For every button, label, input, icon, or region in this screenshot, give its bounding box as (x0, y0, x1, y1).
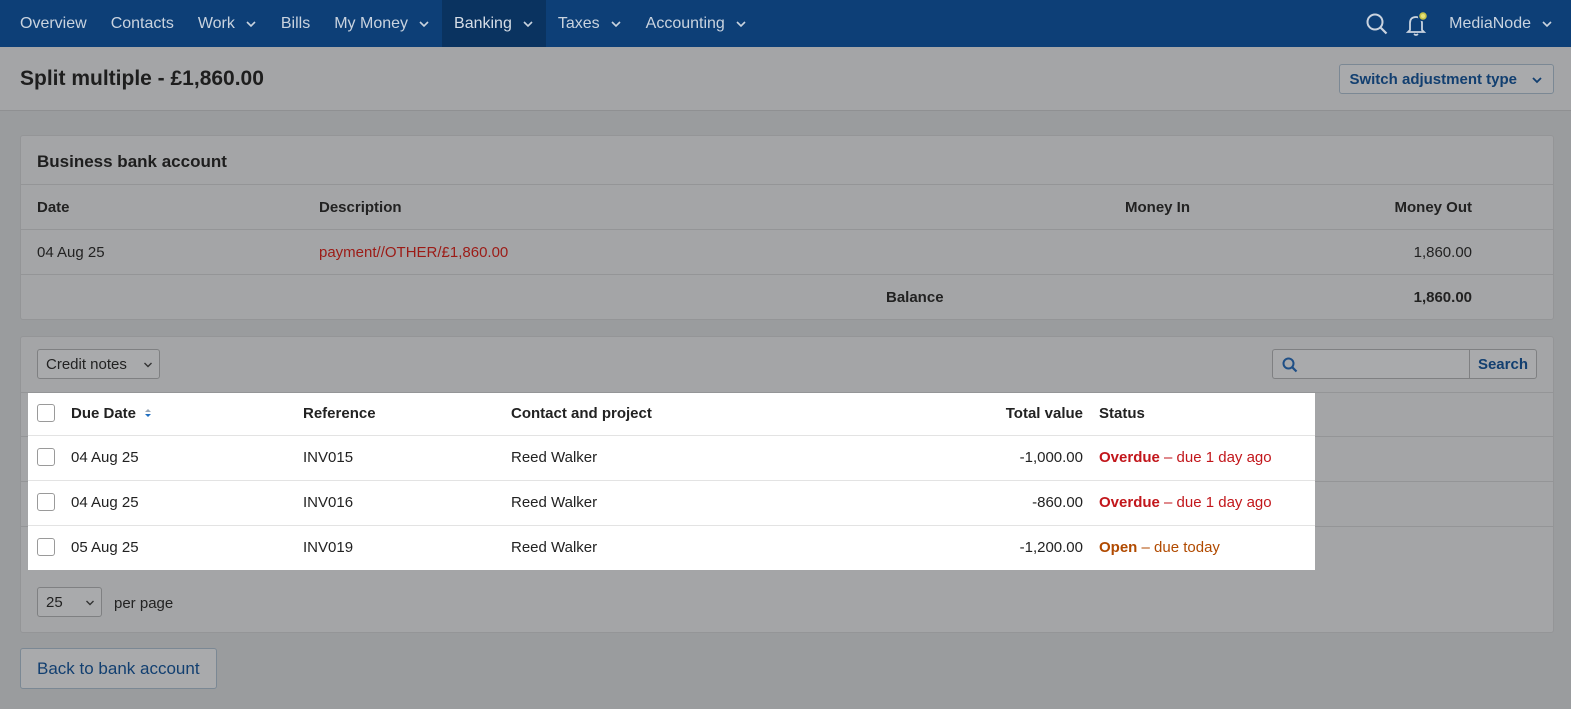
nav-item-work[interactable]: Work (186, 0, 269, 47)
transaction-date: 04 Aug 25 (37, 244, 105, 261)
invoice-toolbar: Credit notes Search (21, 337, 1553, 393)
row-contact: Reed Walker (511, 449, 598, 466)
status-badge: Overdue – due 1 day ago (1099, 494, 1272, 511)
column-status: Status (1099, 405, 1145, 422)
bank-header-row: Date Description Money In Money Out (21, 185, 1553, 230)
page-header: Split multiple - £1,860.00 Switch adjust… (0, 47, 1571, 111)
per-page-label: per page (114, 595, 174, 612)
row-reference: INV019 (303, 539, 354, 556)
chevron-down-icon (144, 362, 152, 368)
search-icon[interactable] (1357, 0, 1397, 47)
search-icon (1282, 357, 1298, 373)
nav-item-overview[interactable]: Overview (0, 0, 99, 47)
column-money-out: Money Out (1394, 199, 1473, 216)
column-total-value: Total value (1005, 405, 1083, 422)
chevron-down-icon (1532, 77, 1542, 84)
nav-right: MediaNode (1357, 0, 1571, 47)
balance-label: Balance (886, 289, 944, 306)
row-due-date: 04 Aug 25 (71, 449, 139, 466)
status-badge: Overdue – due 1 day ago (1099, 449, 1272, 466)
table-row[interactable]: 04 Aug 25 INV015 Reed Walker -1,000.00 O… (28, 436, 1315, 481)
column-description: Description (319, 199, 402, 216)
search-input[interactable] (1271, 349, 1469, 379)
row-due-date: 05 Aug 25 (71, 539, 139, 556)
transaction-description: payment//OTHER/£1,860.00 (319, 244, 509, 261)
chevron-down-icon (611, 20, 621, 27)
nav-item-bills[interactable]: Bills (269, 0, 322, 47)
chevron-down-icon (86, 600, 94, 606)
nav-item-accounting[interactable]: Accounting (634, 0, 759, 47)
table-row[interactable]: 04 Aug 25 INV016 Reed Walker -860.00 Ove… (28, 481, 1315, 526)
row-reference: INV015 (303, 449, 354, 466)
search-button[interactable]: Search (1468, 349, 1537, 379)
chevron-down-icon (1542, 20, 1552, 27)
pager: 25 (37, 587, 102, 617)
column-reference: Reference (303, 405, 376, 422)
nav-item-my-money[interactable]: My Money (322, 0, 442, 47)
table-row[interactable]: 05 Aug 25 INV019 Reed Walker -1,200.00 O… (28, 526, 1315, 571)
chevron-down-icon (246, 20, 256, 27)
credit-notes-table: Due Date Reference Contact and project T… (28, 393, 1315, 570)
search-group: Search (1271, 349, 1537, 379)
nav-item-contacts[interactable]: Contacts (99, 0, 186, 47)
row-contact: Reed Walker (511, 539, 598, 556)
transaction-money-out: 1,860.00 (1413, 244, 1472, 261)
bank-transaction-row: 04 Aug 25 payment//OTHER/£1,860.00 1,860… (21, 230, 1553, 275)
account-menu[interactable]: MediaNode (1437, 15, 1571, 33)
select-all-checkbox[interactable] (37, 404, 55, 422)
column-date: Date (37, 199, 70, 216)
bell-icon[interactable] (1397, 0, 1437, 47)
column-due-date[interactable]: Due Date (71, 405, 153, 422)
row-total-value: -1,200.00 (1019, 539, 1083, 556)
bank-balance-row: Balance 1,860.00 (21, 275, 1553, 320)
chevron-down-icon (736, 20, 746, 27)
per-page-select[interactable]: 25 (37, 587, 102, 617)
top-nav: Overview Contacts Work Bills My Money Ba… (0, 0, 1571, 47)
bank-account-title: Business bank account (21, 136, 1553, 185)
nav-item-taxes[interactable]: Taxes (546, 0, 634, 47)
row-contact: Reed Walker (511, 494, 598, 511)
column-money-in: Money In (1125, 199, 1191, 216)
sort-icon (145, 409, 152, 417)
bank-account-panel: Business bank account Date Description M… (20, 135, 1554, 320)
switch-adjustment-type-button[interactable]: Switch adjustment type (1339, 64, 1554, 94)
chevron-down-icon (523, 20, 533, 27)
document-type-select[interactable]: Credit notes (37, 349, 160, 379)
page-title: Split multiple - £1,860.00 (20, 67, 264, 90)
row-checkbox[interactable] (37, 448, 55, 466)
row-total-value: -860.00 (1032, 494, 1083, 511)
back-to-bank-account-button[interactable]: Back to bank account (20, 648, 217, 689)
row-due-date: 04 Aug 25 (71, 494, 139, 511)
chevron-down-icon (419, 20, 429, 27)
row-checkbox[interactable] (37, 493, 55, 511)
table-header-row: Due Date Reference Contact and project T… (28, 393, 1315, 436)
nav-item-banking[interactable]: Banking (442, 0, 546, 47)
column-contact: Contact and project (511, 405, 652, 422)
status-badge: Open – due today (1099, 539, 1220, 556)
row-checkbox[interactable] (37, 538, 55, 556)
balance-value: 1,860.00 (1413, 289, 1472, 306)
row-reference: INV016 (303, 494, 354, 511)
row-total-value: -1,000.00 (1019, 449, 1083, 466)
